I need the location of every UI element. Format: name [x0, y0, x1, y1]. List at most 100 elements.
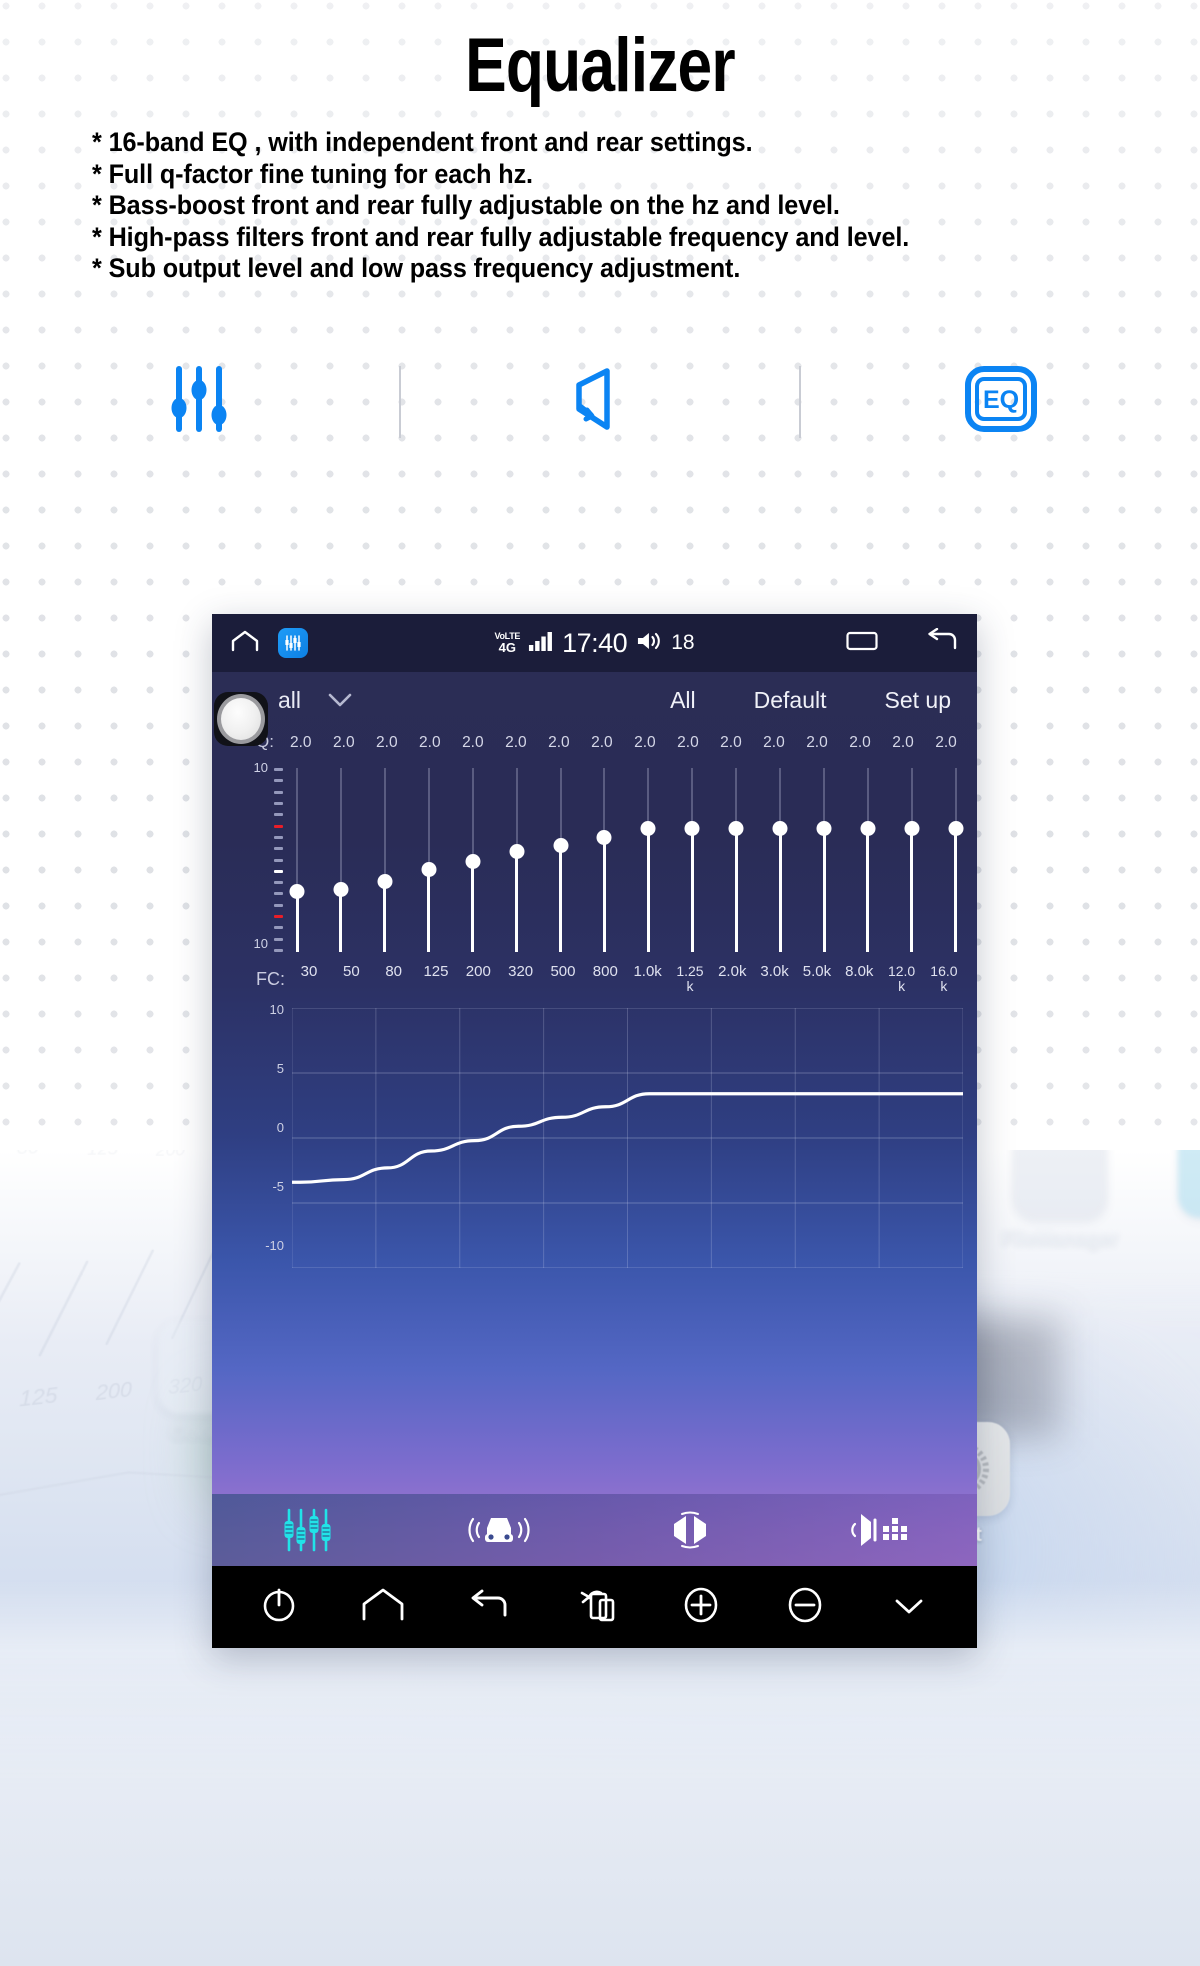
slider-thumb[interactable]	[289, 883, 305, 899]
slider-thumb[interactable]	[684, 821, 700, 837]
fc-value[interactable]: 5.0k	[800, 964, 834, 994]
axis-ticks	[274, 768, 283, 952]
volume-value: 18	[671, 631, 695, 654]
back-icon[interactable]	[925, 627, 959, 659]
fc-value[interactable]: 125	[419, 964, 453, 994]
eq-app-icon[interactable]	[278, 628, 308, 658]
band-slider[interactable]	[948, 764, 964, 956]
slider-thumb[interactable]	[377, 873, 393, 889]
q-value[interactable]: 2.0	[548, 734, 570, 752]
band-slider[interactable]	[421, 764, 437, 956]
setup-button[interactable]: Set up	[885, 687, 952, 714]
q-value[interactable]: 2.0	[849, 734, 871, 752]
preset-selector-label[interactable]: all	[278, 687, 301, 714]
fc-value[interactable]: 8.0k	[842, 964, 876, 994]
power-icon[interactable]	[258, 1584, 300, 1631]
fc-value[interactable]: 30	[292, 964, 326, 994]
fc-value[interactable]: 1.0k	[631, 964, 665, 994]
band-slider[interactable]	[553, 764, 569, 956]
fc-value[interactable]: 50	[334, 964, 368, 994]
graph-y-tick: 0	[276, 1120, 284, 1135]
band-slider[interactable]	[333, 764, 349, 956]
fc-value[interactable]: 16.0 k	[927, 964, 961, 994]
band-slider[interactable]	[904, 764, 920, 956]
band-slider[interactable]	[772, 764, 788, 956]
band-slider[interactable]	[728, 764, 744, 956]
slider-fill	[295, 891, 299, 952]
q-value[interactable]: 2.0	[462, 734, 484, 752]
q-value[interactable]: 2.0	[720, 734, 742, 752]
fc-value[interactable]: 500	[546, 964, 580, 994]
slider-thumb[interactable]	[596, 830, 612, 846]
app-file-manager[interactable]: FileManager	[985, 1150, 1135, 1251]
slider-thumb[interactable]	[465, 854, 481, 870]
volume-icon[interactable]	[635, 629, 663, 658]
q-values: 2.0 2.0 2.0 2.0 2.0 2.0 2.0 2.0 2.0 2.0 …	[286, 734, 963, 752]
band-slider[interactable]	[289, 764, 305, 956]
q-value[interactable]: 2.0	[290, 734, 312, 752]
q-value[interactable]: 2.0	[677, 734, 699, 752]
fc-value[interactable]: 200	[461, 964, 495, 994]
all-button[interactable]: All	[670, 687, 696, 714]
home-icon[interactable]	[360, 1585, 406, 1630]
q-value[interactable]: 2.0	[505, 734, 527, 752]
slider-thumb[interactable]	[333, 881, 349, 897]
volte-indicator: VoLTE 4G	[494, 632, 520, 655]
band-slider-area: 10 10	[212, 760, 977, 956]
q-value[interactable]: 2.0	[634, 734, 656, 752]
slider-thumb[interactable]	[904, 821, 920, 837]
band-slider[interactable]	[596, 764, 612, 956]
fc-value[interactable]: 80	[377, 964, 411, 994]
band-slider[interactable]	[640, 764, 656, 956]
slider-thumb[interactable]	[772, 821, 788, 837]
q-value[interactable]: 2.0	[763, 734, 785, 752]
fc-value[interactable]: 3.0k	[758, 964, 792, 994]
band-slider[interactable]	[860, 764, 876, 956]
slider-thumb[interactable]	[553, 837, 569, 853]
app-label: Gal	[1150, 1226, 1200, 1249]
chevron-down-icon[interactable]	[327, 687, 353, 714]
slider-thumb[interactable]	[816, 821, 832, 837]
sound-effect-tab[interactable]	[786, 1506, 977, 1554]
home-icon[interactable]	[230, 629, 260, 658]
slider-thumb[interactable]	[860, 821, 876, 837]
band-slider[interactable]	[816, 764, 832, 956]
q-value[interactable]: 2.0	[376, 734, 398, 752]
chevron-down-icon[interactable]	[887, 1590, 931, 1625]
q-value[interactable]: 2.0	[935, 734, 957, 752]
q-value[interactable]: 2.0	[591, 734, 613, 752]
q-value[interactable]: 2.0	[333, 734, 355, 752]
eq-tab-bar	[212, 1494, 977, 1566]
recents-icon[interactable]	[845, 628, 879, 659]
rotary-knob[interactable]	[214, 692, 268, 746]
fc-value[interactable]: 12.0 k	[885, 964, 919, 994]
back-icon[interactable]	[466, 1585, 512, 1630]
slider-thumb[interactable]	[728, 821, 744, 837]
balance-fader-tab[interactable]	[595, 1506, 786, 1554]
slider-thumb[interactable]	[509, 844, 525, 860]
volume-up-icon[interactable]	[679, 1583, 723, 1632]
bullet-item: * High-pass filters front and rear fully…	[92, 221, 910, 252]
equalizer-tab[interactable]	[212, 1505, 403, 1555]
car-sound-tab[interactable]	[403, 1506, 594, 1554]
default-button[interactable]: Default	[754, 687, 827, 714]
band-slider[interactable]	[465, 764, 481, 956]
app-gallery[interactable]: Gal	[1150, 1150, 1200, 1249]
fc-value[interactable]: 2.0k	[715, 964, 749, 994]
slider-thumb[interactable]	[948, 821, 964, 837]
slider-thumb[interactable]	[421, 861, 437, 877]
band-slider[interactable]	[684, 764, 700, 956]
band-slider[interactable]	[509, 764, 525, 956]
fc-value[interactable]: 800	[588, 964, 622, 994]
volume-down-icon[interactable]	[783, 1583, 827, 1632]
fc-value[interactable]: 320	[504, 964, 538, 994]
file-manager-icon	[1013, 1150, 1107, 1220]
slider-thumb[interactable]	[640, 821, 656, 837]
band-slider[interactable]	[377, 764, 393, 956]
fc-value[interactable]: 1.25 k	[673, 964, 707, 994]
switch-apps-icon[interactable]	[571, 1584, 619, 1631]
q-value[interactable]: 2.0	[419, 734, 441, 752]
q-value[interactable]: 2.0	[892, 734, 914, 752]
tick	[274, 779, 283, 783]
q-value[interactable]: 2.0	[806, 734, 828, 752]
